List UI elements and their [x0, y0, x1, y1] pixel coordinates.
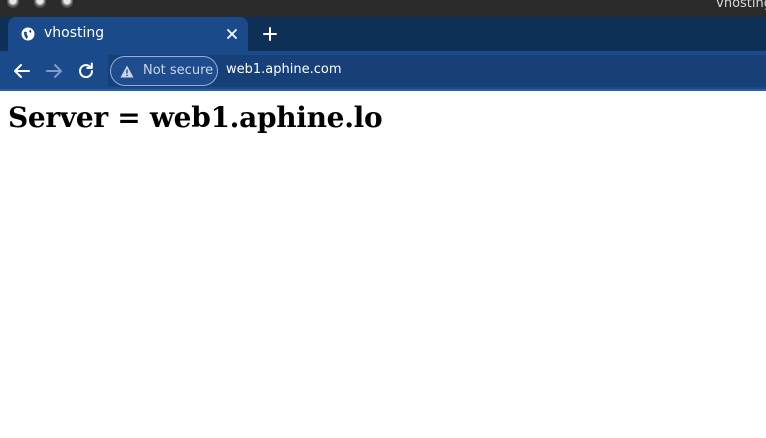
close-tab-icon[interactable] [222, 24, 242, 44]
warning-triangle-icon [120, 65, 134, 78]
window-close-icon[interactable] [7, 0, 19, 8]
page-heading: Server = web1.aphine.lo [8, 101, 383, 134]
security-label: Not secure [143, 63, 214, 78]
reload-icon[interactable] [75, 60, 97, 82]
forward-arrow-icon[interactable] [43, 60, 65, 82]
tab-title: vhosting [44, 25, 105, 41]
window-maximize-icon[interactable] [61, 0, 73, 8]
tab-vhosting[interactable]: vhosting [8, 17, 248, 51]
security-indicator-button[interactable]: Not secure [110, 56, 218, 86]
new-tab-icon[interactable] [260, 24, 280, 44]
window-title: vhosting [716, 0, 766, 11]
tab-strip: vhosting [0, 17, 766, 51]
page-content: Server = web1.aphine.lo [0, 93, 766, 438]
os-titlebar: vhosting [0, 0, 766, 17]
globe-icon [21, 27, 35, 41]
back-arrow-icon[interactable] [11, 60, 33, 82]
window-minimize-icon[interactable] [34, 0, 46, 8]
url-text[interactable]: web1.aphine.com [226, 62, 342, 77]
browser-toolbar: Not secure web1.aphine.com [0, 51, 766, 91]
address-bar[interactable]: Not secure web1.aphine.com [108, 55, 766, 87]
